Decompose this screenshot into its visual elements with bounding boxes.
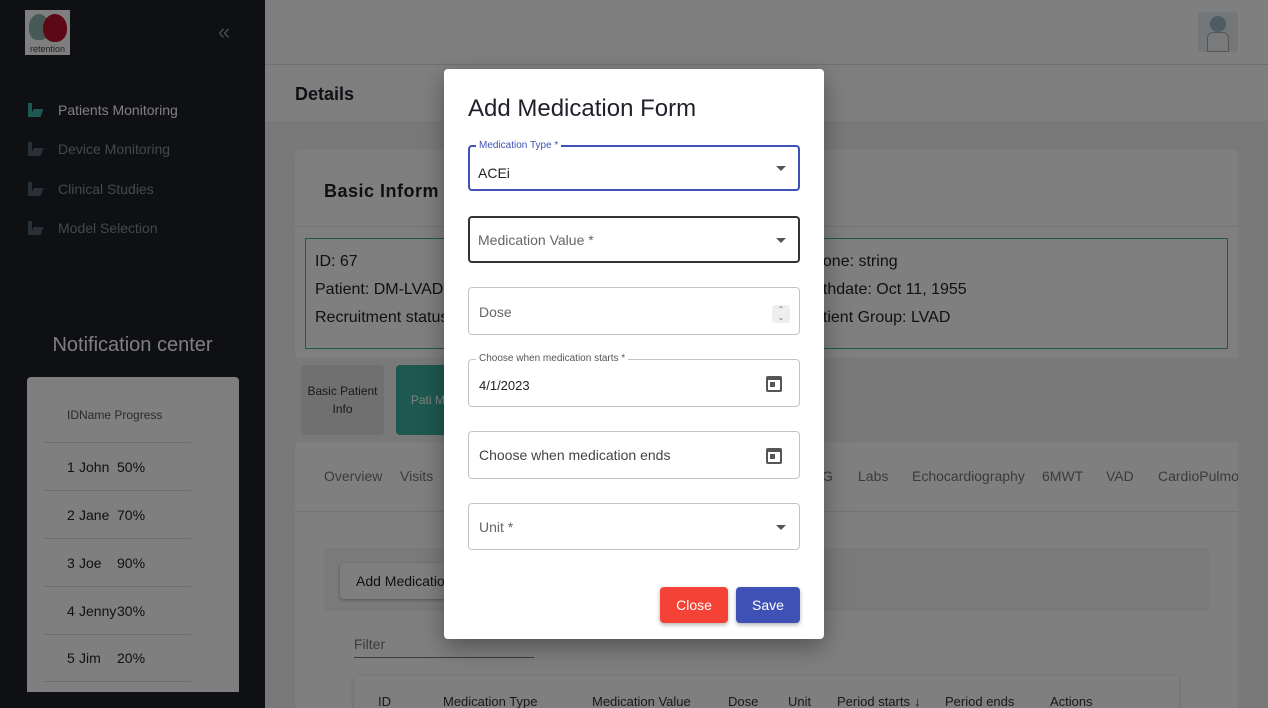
dose-input[interactable]: Dose ⌃ ⌄: [468, 287, 800, 335]
chevron-down-icon: [776, 166, 786, 171]
end-date-placeholder: Choose when medication ends: [479, 447, 671, 463]
stepper-icon[interactable]: ⌃ ⌄: [772, 305, 790, 323]
medication-type-value: ACEi: [478, 165, 510, 181]
medication-value-placeholder: Medication Value *: [478, 232, 594, 248]
medication-value-select[interactable]: Medication Value *: [468, 216, 800, 263]
unit-placeholder: Unit *: [479, 519, 514, 535]
dialog-title: Add Medication Form: [468, 95, 697, 122]
start-date-value: 4/1/2023: [479, 378, 530, 393]
calendar-icon[interactable]: [766, 448, 782, 464]
start-date-input[interactable]: Choose when medication starts * 4/1/2023: [468, 353, 800, 407]
calendar-icon[interactable]: [766, 376, 782, 392]
add-medication-dialog: Add Medication Form Medication Type * AC…: [444, 69, 824, 639]
unit-select[interactable]: Unit *: [468, 503, 800, 550]
medication-type-label: Medication Type *: [476, 140, 562, 152]
dose-placeholder: Dose: [479, 304, 512, 320]
start-date-label: Choose when medication starts *: [476, 353, 629, 365]
chevron-down-icon: [776, 525, 786, 530]
medication-type-select[interactable]: Medication Type * ACEi: [468, 140, 800, 191]
chevron-down-icon: [776, 238, 786, 243]
close-button[interactable]: Close: [660, 587, 728, 623]
save-button[interactable]: Save: [736, 587, 800, 623]
end-date-input[interactable]: Choose when medication ends: [468, 431, 800, 479]
